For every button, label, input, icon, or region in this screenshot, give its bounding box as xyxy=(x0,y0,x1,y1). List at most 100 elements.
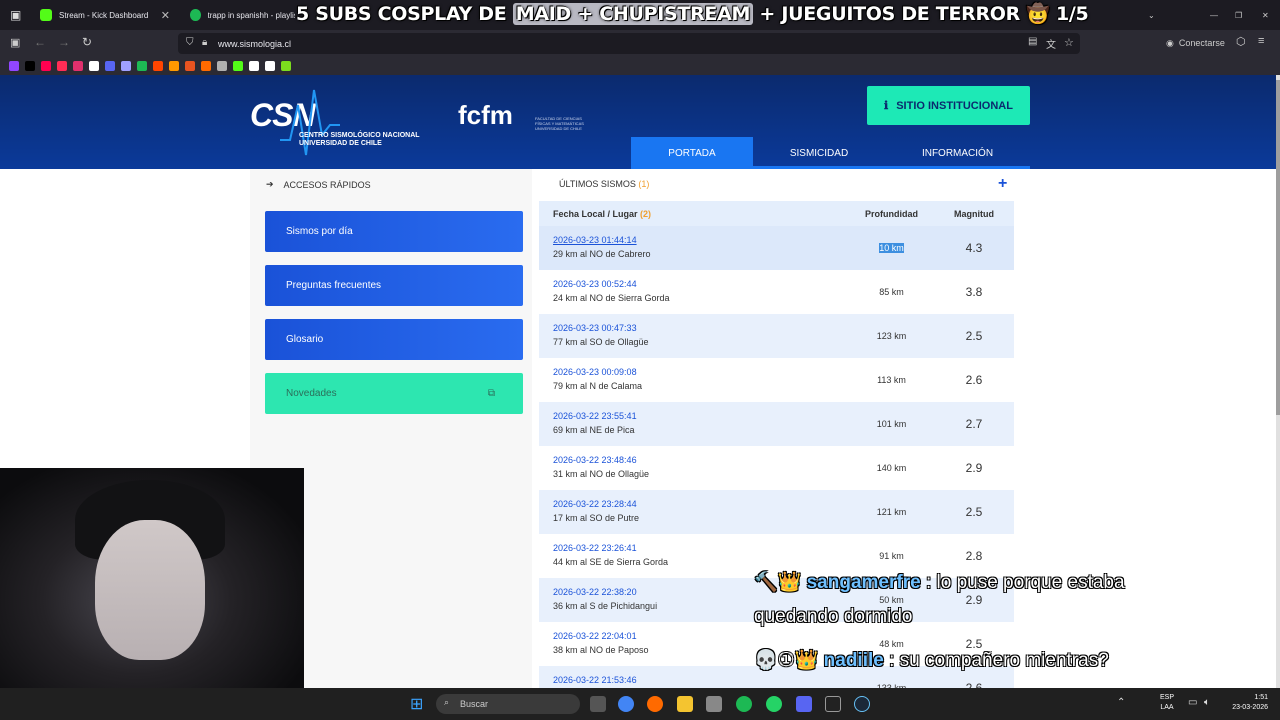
bookmark-icon[interactable] xyxy=(41,61,51,71)
institutional-site-button[interactable]: ℹ SITIO INSTITUCIONAL xyxy=(867,86,1030,125)
bookmark-icon[interactable] xyxy=(217,61,227,71)
back-icon[interactable]: ← xyxy=(34,35,46,49)
windows-start-icon[interactable]: ⊞ xyxy=(410,694,423,714)
bookmark-icon[interactable] xyxy=(153,61,163,71)
table-row[interactable]: 2026-03-23 01:44:14 29 km al NO de Cabrer… xyxy=(539,226,1014,270)
bookmark-icon[interactable] xyxy=(121,61,131,71)
windows-taskbar xyxy=(0,688,1280,720)
bookmark-icon[interactable] xyxy=(89,61,99,71)
table-row[interactable]: 2026-03-22 23:48:46 31 km al NO de Ollagü… xyxy=(539,446,1014,490)
maximize-icon[interactable]: ❐ xyxy=(1225,0,1245,30)
tab-portada[interactable]: PORTADA xyxy=(631,137,753,169)
quake-depth: 101 km xyxy=(876,419,907,429)
quake-date-link[interactable]: 2026-03-23 00:52:44 xyxy=(553,279,637,289)
quake-date-link[interactable]: 2026-03-23 01:44:14 xyxy=(553,235,637,245)
quake-date-link[interactable]: 2026-03-22 22:04:01 xyxy=(553,631,637,641)
quick-link-novedades[interactable]: Novedades ⧉ xyxy=(265,373,523,414)
seismograph-logo-icon xyxy=(280,89,340,156)
quake-date-link[interactable]: 2026-03-23 00:09:08 xyxy=(553,367,637,377)
quake-place: 17 km al SO de Putre xyxy=(553,513,640,523)
volume-icon[interactable]: 🔈︎ xyxy=(1204,697,1210,708)
bookmark-icon[interactable] xyxy=(105,61,115,71)
bookmark-icon[interactable] xyxy=(25,61,35,71)
menu-icon[interactable]: ≡ xyxy=(1258,35,1264,47)
fcfm-logo[interactable]: fcfm xyxy=(458,100,513,131)
quake-place: 36 km al S de Pichidangui xyxy=(553,601,658,611)
bookmark-icon[interactable] xyxy=(281,61,291,71)
quake-place: 79 km al N de Calama xyxy=(553,381,643,391)
table-row[interactable]: 2026-03-22 23:28:44 17 km al SO de Putre 1… xyxy=(539,490,1014,534)
bookmark-icon[interactable] xyxy=(169,61,179,71)
network-icon[interactable]: ▭ xyxy=(1188,697,1197,708)
bookmark-icon[interactable] xyxy=(137,61,147,71)
taskbar-clock[interactable]: 1:51 23-03-2026 xyxy=(1222,693,1268,713)
table-row[interactable]: 2026-03-22 23:55:41 69 km al NE de Pica 10… xyxy=(539,402,1014,446)
whatsapp-icon[interactable] xyxy=(766,696,782,712)
table-row[interactable]: 2026-03-23 00:47:33 77 km al SO de Ollagü… xyxy=(539,314,1014,358)
quake-date-link[interactable]: 2026-03-22 23:26:41 xyxy=(553,543,637,553)
bookmark-icon[interactable] xyxy=(57,61,67,71)
quake-place: 31 km al NO de Ollagüe xyxy=(553,469,650,479)
sidebar-icon[interactable]: ▣ xyxy=(10,36,20,49)
quick-link-glosario[interactable]: Glosario xyxy=(265,319,523,360)
spotify-taskbar-icon[interactable] xyxy=(736,696,752,712)
bookmark-icon[interactable] xyxy=(265,61,275,71)
tab-sismicidad[interactable]: SISMICIDAD xyxy=(753,137,885,169)
file-explorer-icon[interactable] xyxy=(677,696,693,712)
obs-icon[interactable] xyxy=(825,696,841,712)
quake-magnitude: 4.3 xyxy=(965,241,983,255)
spotify-icon xyxy=(190,9,201,21)
add-icon[interactable]: + xyxy=(998,175,1007,193)
bookmark-icon[interactable] xyxy=(185,61,195,71)
quake-date-link[interactable]: 2026-03-22 22:38:20 xyxy=(553,587,637,597)
bookmark-star-icon[interactable]: ☆ xyxy=(1064,36,1074,49)
quake-date-link[interactable]: 2026-03-22 23:55:41 xyxy=(553,411,637,421)
quick-link-sismos-por-dia[interactable]: Sismos por día xyxy=(265,211,523,252)
chat-message: 🔨👑 sangamerfre : lo puse porque estaba xyxy=(754,572,1125,593)
quake-date-link[interactable]: 2026-03-23 00:47:33 xyxy=(553,323,637,333)
steam-icon[interactable] xyxy=(854,696,870,712)
firefox-icon[interactable] xyxy=(647,696,663,712)
discord-icon[interactable] xyxy=(796,696,812,712)
tab-spotify[interactable]: trapp in spanishh - playlist by Spotify xyxy=(180,0,305,30)
translate-icon[interactable]: 文 xyxy=(1046,36,1056,51)
extensions-icon[interactable]: ⬡ xyxy=(1236,35,1246,48)
bookmark-icon[interactable] xyxy=(9,61,19,71)
bookmark-icon[interactable] xyxy=(233,61,243,71)
quake-date-link[interactable]: 2026-03-22 23:28:44 xyxy=(553,499,637,509)
table-header: Fecha Local / Lugar (2) Profundidad Magn… xyxy=(539,201,1014,226)
bookmark-icon[interactable] xyxy=(249,61,259,71)
url-bar[interactable]: ⛉ 🔒︎ www.sismologia.cl ▤ 文 ☆ xyxy=(178,33,1080,54)
reader-icon[interactable]: ▤ xyxy=(1028,36,1037,47)
quake-date-link[interactable]: 2026-03-22 23:48:46 xyxy=(553,455,637,465)
connect-button[interactable]: ◉ Conectarse xyxy=(1166,38,1225,49)
close-icon[interactable]: ✕ xyxy=(161,9,170,22)
quake-magnitude: 2.5 xyxy=(965,505,983,519)
tray-chevron-icon[interactable]: ⌃ xyxy=(1117,697,1125,708)
quick-link-preguntas-frecuentes[interactable]: Preguntas frecuentes xyxy=(265,265,523,306)
tab-informacion[interactable]: INFORMACIÓN xyxy=(885,137,1030,169)
taskbar-search[interactable]: ⌕ Buscar xyxy=(436,694,580,714)
url-text: www.sismologia.cl xyxy=(218,38,292,49)
quake-magnitude: 2.6 xyxy=(965,681,983,688)
quake-date-link[interactable]: 2026-03-22 21:53:46 xyxy=(553,675,637,685)
column-date-place: Fecha Local / Lugar (2) xyxy=(553,209,652,219)
table-row[interactable]: 2026-03-23 00:52:44 24 km al NO de Sierra… xyxy=(539,270,1014,314)
scrollbar-thumb[interactable] xyxy=(1276,80,1280,415)
window-close-icon[interactable]: ✕ xyxy=(1252,0,1272,30)
bookmark-icon[interactable] xyxy=(73,61,83,71)
quake-place: 77 km al SO de Ollagüe xyxy=(553,337,649,347)
task-view-icon[interactable] xyxy=(590,696,606,712)
forward-icon[interactable]: → xyxy=(58,35,70,49)
bookmark-icon[interactable] xyxy=(201,61,211,71)
tab-kick[interactable]: Stream - Kick Dashboard ✕ xyxy=(30,0,180,30)
minimize-icon[interactable]: — xyxy=(1200,0,1220,30)
language-indicator[interactable]: ESP LAA xyxy=(1156,693,1178,713)
chrome-icon[interactable] xyxy=(618,696,634,712)
tab-list-chevron-icon[interactable]: ⌄ xyxy=(1138,0,1158,30)
quake-magnitude: 2.6 xyxy=(965,373,983,387)
table-row[interactable]: 2026-03-23 00:09:08 79 km al N de Calama 1… xyxy=(539,358,1014,402)
reload-icon[interactable]: ↻ xyxy=(82,35,92,49)
settings-icon[interactable] xyxy=(706,696,722,712)
tab-overview-icon[interactable]: ▣ xyxy=(0,0,30,30)
